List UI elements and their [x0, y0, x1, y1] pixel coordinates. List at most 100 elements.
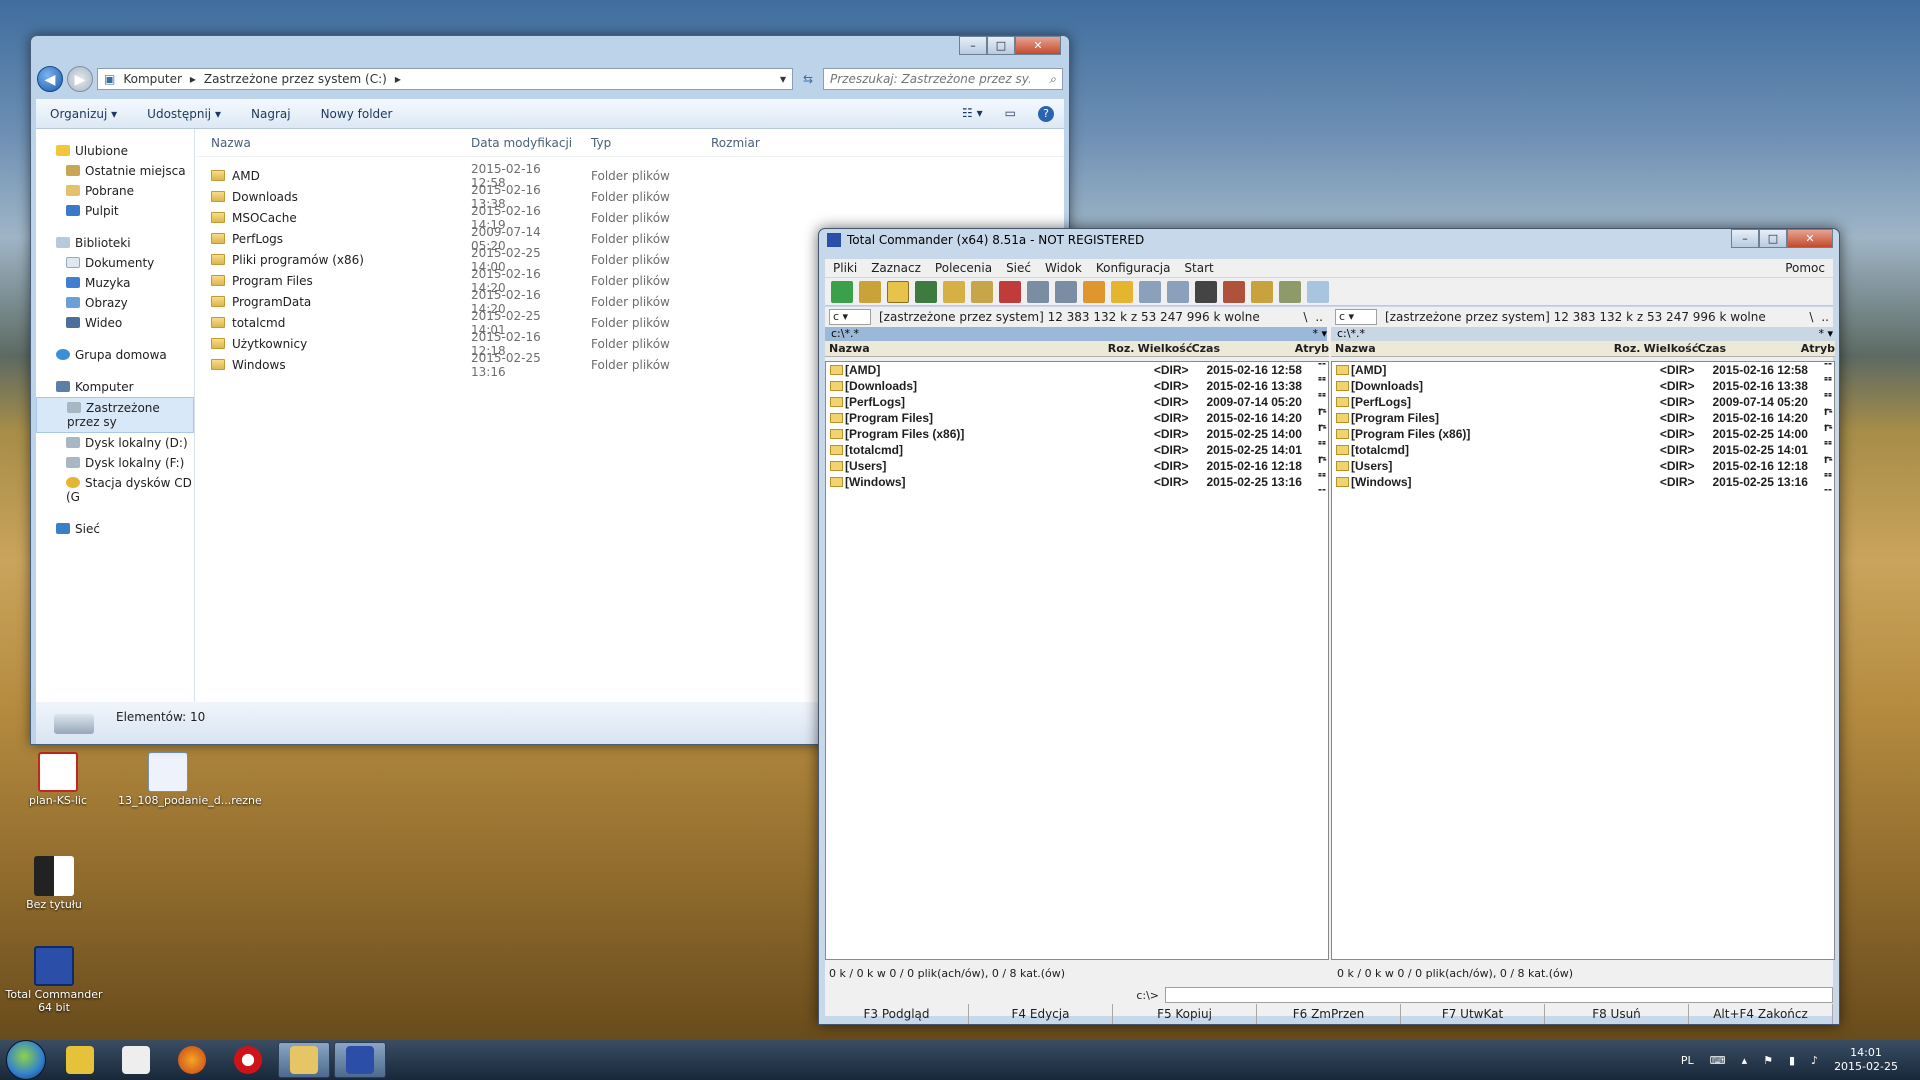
- address-bar[interactable]: ▣ Komputer ▸ Zastrzeżone przez system (C…: [97, 68, 793, 90]
- tc-row[interactable]: [Windows] <DIR> 2015-02-25 13:16 ----: [826, 468, 1328, 496]
- language-indicator[interactable]: PL: [1681, 1054, 1694, 1067]
- tc-row[interactable]: [Downloads] <DIR> 2015-02-16 13:38 ----: [826, 372, 1328, 400]
- close-button[interactable]: ✕: [1787, 229, 1833, 248]
- menu-configuration[interactable]: Konfiguracja: [1096, 261, 1171, 275]
- back-button[interactable]: ◀: [37, 66, 63, 92]
- file-row[interactable]: MSOCache 2015-02-16 14:19 Folder plików: [195, 204, 1064, 232]
- nav-recent[interactable]: Ostatnie miejsca: [36, 161, 194, 181]
- menu-net[interactable]: Sieć: [1006, 261, 1031, 275]
- f5-copy-button[interactable]: F5 Kopiuj: [1113, 1004, 1257, 1024]
- column-size[interactable]: Wielkość: [1644, 342, 1699, 355]
- tc-row[interactable]: [Downloads] <DIR> 2015-02-16 13:38 ----: [1332, 372, 1834, 400]
- ftp-connect-icon[interactable]: [1139, 280, 1161, 303]
- file-row[interactable]: AMD 2015-02-16 12:58 Folder plików: [195, 162, 1064, 190]
- nav-video[interactable]: Wideo: [36, 313, 194, 333]
- history-dropdown-icon[interactable]: * ▾: [1818, 327, 1833, 341]
- search-binoculars-icon[interactable]: [1195, 280, 1217, 303]
- search-box[interactable]: ⌕: [823, 68, 1063, 90]
- action-center-flag-icon[interactable]: ⚑: [1763, 1054, 1773, 1067]
- organize-button[interactable]: Organizuj ▾: [50, 107, 117, 121]
- column-size[interactable]: Wielkość: [1138, 342, 1193, 355]
- help-icon[interactable]: ?: [1038, 105, 1054, 122]
- full-view-icon[interactable]: [887, 280, 909, 303]
- refresh-icon[interactable]: [831, 280, 853, 303]
- search-input[interactable]: [830, 72, 1030, 86]
- preview-pane-icon[interactable]: ▭: [1005, 106, 1016, 122]
- unpack-icon[interactable]: [999, 280, 1021, 303]
- share-button[interactable]: Udostępnij ▾: [147, 107, 221, 121]
- new-folder-button[interactable]: Nowy folder: [321, 107, 393, 121]
- column-attr[interactable]: Atryb: [1295, 342, 1329, 355]
- history-dropdown-icon[interactable]: * ▾: [1312, 327, 1327, 341]
- parent-button[interactable]: ..: [1821, 310, 1835, 324]
- menu-start[interactable]: Start: [1184, 261, 1213, 275]
- column-name[interactable]: Nazwa: [195, 136, 455, 150]
- column-size[interactable]: Rozmiar: [695, 136, 775, 150]
- burn-button[interactable]: Nagraj: [251, 107, 291, 121]
- taskbar-app-explorer[interactable]: [278, 1042, 330, 1078]
- f3-view-button[interactable]: F3 Podgląd: [825, 1004, 969, 1024]
- taskbar-app-sticky[interactable]: [54, 1042, 106, 1078]
- chevron-down-icon[interactable]: ▾: [780, 72, 786, 86]
- desktop-icon-total-commander[interactable]: Total Commander 64 bit: [4, 946, 104, 1014]
- menu-view[interactable]: Widok: [1045, 261, 1082, 275]
- f4-edit-button[interactable]: F4 Edycja: [969, 1004, 1113, 1024]
- tc-row[interactable]: [totalcmd] <DIR> 2015-02-25 14:01 ----: [826, 436, 1328, 464]
- menu-files[interactable]: Pliki: [833, 261, 857, 275]
- taskbar-app-firefox[interactable]: [166, 1042, 218, 1078]
- nav-drive-f[interactable]: Dysk lokalny (F:): [36, 453, 194, 473]
- invert-selection-icon[interactable]: [971, 280, 993, 303]
- keyboard-icon[interactable]: ⌨: [1710, 1054, 1726, 1067]
- nav-drive-c[interactable]: Zastrzeżone przez sy: [36, 397, 194, 433]
- nav-downloads[interactable]: Pobrane: [36, 181, 194, 201]
- close-button[interactable]: ✕: [1015, 36, 1061, 55]
- breadcrumb-drive[interactable]: Zastrzeżone przez system (C:): [204, 72, 387, 86]
- refresh-button[interactable]: ⇆: [797, 68, 819, 90]
- clock[interactable]: 14:01 2015-02-25: [1834, 1046, 1898, 1074]
- column-name[interactable]: Nazwa: [1331, 342, 1614, 355]
- column-time[interactable]: Czas: [1192, 342, 1295, 355]
- left-path-bar[interactable]: c:\*.* * ▾: [825, 327, 1327, 341]
- start-button[interactable]: [6, 1040, 46, 1080]
- menu-help[interactable]: Pomoc: [1785, 261, 1833, 275]
- taskbar-app-total-commander[interactable]: [334, 1042, 386, 1078]
- nav-computer[interactable]: Komputer: [36, 377, 194, 397]
- nav-network[interactable]: Sieć: [36, 519, 194, 539]
- f8-delete-button[interactable]: F8 Usuń: [1545, 1004, 1689, 1024]
- forward-button[interactable]: ▶: [67, 66, 93, 92]
- url-connect-icon[interactable]: [1167, 280, 1189, 303]
- minimize-button[interactable]: –: [1731, 229, 1759, 248]
- desktop-icon-document[interactable]: 13_108_podanie_d...rezne: [118, 752, 262, 807]
- tree-icon[interactable]: [943, 280, 965, 303]
- thumbnails-icon[interactable]: [915, 280, 937, 303]
- show-hidden-icons-icon[interactable]: ▴: [1742, 1054, 1748, 1067]
- nav-libraries[interactable]: Biblioteki: [36, 233, 194, 253]
- nav-homegroup[interactable]: Grupa domowa: [36, 345, 194, 365]
- volume-icon[interactable]: ♪: [1811, 1054, 1818, 1067]
- column-date[interactable]: Data modyfikacji: [455, 136, 575, 150]
- taskbar-app-calendar[interactable]: [110, 1042, 162, 1078]
- nav-favorites[interactable]: Ulubione: [36, 141, 194, 161]
- nav-drive-d[interactable]: Dysk lokalny (D:): [36, 433, 194, 453]
- root-button[interactable]: \: [1303, 310, 1307, 324]
- desktop-icon-pdf[interactable]: plan-KS-lic: [8, 752, 108, 807]
- notepad-icon[interactable]: [1307, 280, 1329, 303]
- maximize-button[interactable]: □: [987, 36, 1015, 55]
- tc-row[interactable]: [Program Files] <DIR> 2015-02-16 14:20 r---: [1332, 404, 1834, 432]
- multi-rename-icon[interactable]: [1223, 280, 1245, 303]
- right-path-bar[interactable]: c:\*.* * ▾: [1331, 327, 1833, 341]
- tc-row[interactable]: [Program Files (x86)] <DIR> 2015-02-25 14:…: [1332, 420, 1834, 448]
- f6-move-button[interactable]: F6 ZmPrzen: [1257, 1004, 1401, 1024]
- minimize-button[interactable]: –: [959, 36, 987, 55]
- tc-row[interactable]: [AMD] <DIR> 2015-02-16 12:58 ----: [1332, 356, 1834, 384]
- back-arrow-icon[interactable]: [1027, 280, 1049, 303]
- f7-mkdir-button[interactable]: F7 UtwKat: [1401, 1004, 1545, 1024]
- column-type[interactable]: Typ: [575, 136, 695, 150]
- command-input[interactable]: [1165, 987, 1833, 1003]
- nav-desktop[interactable]: Pulpit: [36, 201, 194, 221]
- column-ext[interactable]: Roz.: [1614, 342, 1644, 355]
- drive-selector[interactable]: c ▾: [829, 309, 871, 325]
- tc-row[interactable]: [PerfLogs] <DIR> 2009-07-14 05:20 ----: [826, 388, 1328, 416]
- column-attr[interactable]: Atryb: [1801, 342, 1835, 355]
- brief-view-icon[interactable]: [859, 280, 881, 303]
